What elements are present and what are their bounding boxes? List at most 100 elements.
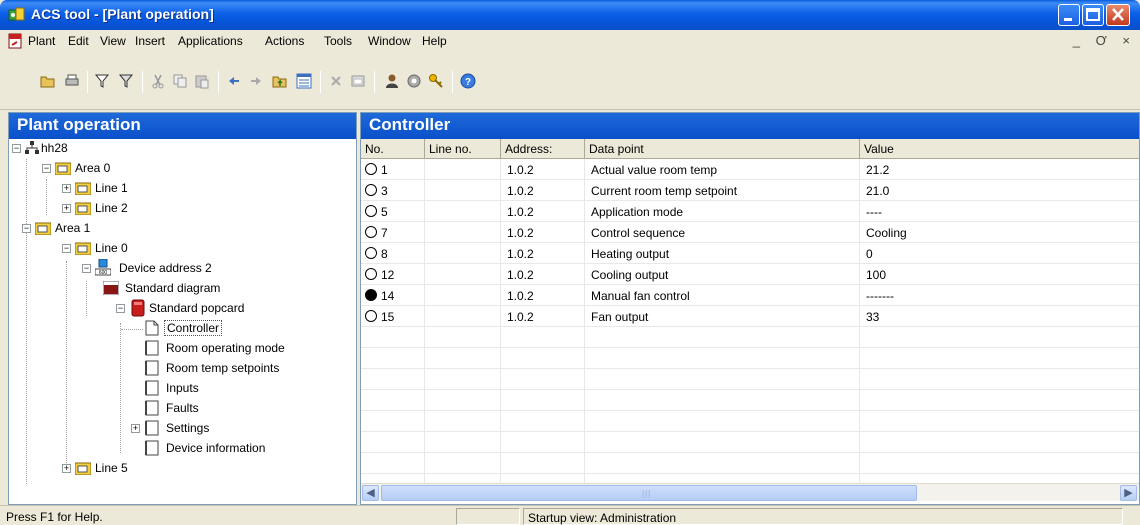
tree-node-area-1[interactable]: − Area 1 [9,219,349,237]
cell-value: 100 [860,264,1139,285]
filter-active-icon[interactable] [118,73,134,89]
tree-node-settings[interactable]: + Settings [9,419,349,437]
menu-insert[interactable]: Insert [135,34,165,48]
horizontal-scrollbar[interactable]: ◀ ||| ▶ [361,483,1139,501]
menu-plant[interactable]: Plant [28,34,55,48]
table-row[interactable]: 7 1.0.2 Control sequence Cooling [361,222,1139,243]
table-row[interactable]: 3 1.0.2 Current room temp setpoint 21.0 [361,180,1139,201]
paste-icon[interactable] [194,73,210,89]
cell-line-no [425,243,501,264]
filter-icon[interactable] [94,73,110,89]
tree-node-root[interactable]: − hh28 [9,139,349,157]
page-icon [145,400,159,416]
tree-label-selected: Controller [164,320,223,336]
collapse-icon[interactable]: − [22,224,31,233]
menu-edit[interactable]: Edit [68,34,89,48]
expand-icon[interactable]: + [62,204,71,213]
menu-window[interactable]: Window [368,34,411,48]
menu-applications[interactable]: Applications [178,34,243,48]
maximize-button[interactable] [1082,4,1104,26]
table-row[interactable]: 14 1.0.2 Manual fan control ------- [361,285,1139,306]
cut-icon[interactable] [150,73,166,89]
tree-label: Device address 2 [119,261,212,275]
collapse-icon[interactable]: − [12,144,21,153]
tree-pane-header: Plant operation [9,113,356,139]
expand-icon[interactable]: + [62,464,71,473]
collapse-icon[interactable]: − [82,264,91,273]
scroll-right-button[interactable]: ▶ [1120,485,1137,501]
delete-icon[interactable] [328,73,344,89]
controller-pane-header: Controller [361,113,1139,139]
tree-node-controller[interactable]: Controller [9,319,349,337]
cell-line-no [425,306,501,327]
tree-node-room-temp-setpoints[interactable]: Room temp setpoints [9,359,349,377]
column-header-address[interactable]: Address: [501,139,585,159]
tree-node-area-0[interactable]: − Area 0 [9,159,349,177]
tree-node-device-information[interactable]: Device information [9,439,349,457]
user-icon[interactable] [384,73,400,89]
cell-line-no [425,327,501,348]
tree-node-faults[interactable]: Faults [9,399,349,417]
column-header-no[interactable]: No. [361,139,425,159]
document-icon[interactable] [8,33,24,49]
cell-no: 7 [361,222,425,243]
tree-node-device[interactable]: − 600 Device address 2 [9,259,349,277]
tree-node-inputs[interactable]: Inputs [9,379,349,397]
list-view-icon[interactable] [296,73,312,89]
menu-tools[interactable]: Tools [324,34,352,48]
row-number: 1 [381,163,388,177]
table-row[interactable]: 12 1.0.2 Cooling output 100 [361,264,1139,285]
back-icon[interactable] [226,73,242,89]
menu-actions[interactable]: Actions [265,34,304,48]
copy-icon[interactable] [172,73,188,89]
popcard-icon [131,299,145,317]
empty-circle-icon [365,268,377,280]
menu-help[interactable]: Help [422,34,447,48]
column-header-value[interactable]: Value [860,139,1139,159]
tree-label: Room operating mode [166,341,285,355]
expand-icon[interactable]: + [131,424,140,433]
tree-node-room-operating-mode[interactable]: Room operating mode [9,339,349,357]
table-row[interactable]: 5 1.0.2 Application mode ---- [361,201,1139,222]
tree-label: Room temp setpoints [166,361,280,375]
table-row[interactable]: 8 1.0.2 Heating output 0 [361,243,1139,264]
print-icon[interactable] [64,73,80,89]
tree-node-line-2[interactable]: + Line 2 [9,199,349,217]
settings-icon[interactable] [406,73,422,89]
folder-up-icon[interactable] [272,73,288,89]
forward-icon[interactable] [248,73,264,89]
collapse-icon[interactable]: − [116,304,125,313]
menu-view[interactable]: View [100,34,126,48]
status-help-text: Press F1 for Help. [6,510,103,524]
column-header-line-no[interactable]: Line no. [425,139,501,159]
mdi-window-controls[interactable]: _ Ơ × [1073,33,1136,48]
cell-value [860,348,1139,369]
page-icon [145,360,159,376]
expand-icon[interactable]: + [62,184,71,193]
key-icon[interactable] [428,73,444,89]
cell-data-point: Fan output [585,306,860,327]
title-bar[interactable]: ACS tool - [Plant operation] [0,0,1140,30]
cell-value: 21.2 [860,159,1139,180]
tree-node-standard-popcard[interactable]: − Standard popcard [9,299,349,317]
tree-node-line-1[interactable]: + Line 1 [9,179,349,197]
cell-value [860,453,1139,474]
tree-node-line-5[interactable]: + Line 5 [9,459,349,477]
table-row[interactable]: 15 1.0.2 Fan output 33 [361,306,1139,327]
empty-circle-icon [365,205,377,217]
help-icon[interactable]: ? [460,73,476,89]
open-icon[interactable] [40,73,56,89]
collapse-icon[interactable]: − [42,164,51,173]
minimize-button[interactable] [1058,4,1080,26]
close-button[interactable] [1106,4,1130,26]
tree-node-line-0[interactable]: − Line 0 [9,239,349,257]
empty-table-row [361,327,1139,348]
scroll-thumb[interactable]: ||| [381,485,917,501]
tree-node-standard-diagram[interactable]: Standard diagram [9,279,349,297]
table-row[interactable]: 1 1.0.2 Actual value room temp 21.2 [361,159,1139,180]
column-header-data-point[interactable]: Data point [585,139,860,159]
cell-no [361,369,425,390]
properties-icon[interactable] [350,73,366,89]
scroll-left-button[interactable]: ◀ [362,485,379,501]
collapse-icon[interactable]: − [62,244,71,253]
